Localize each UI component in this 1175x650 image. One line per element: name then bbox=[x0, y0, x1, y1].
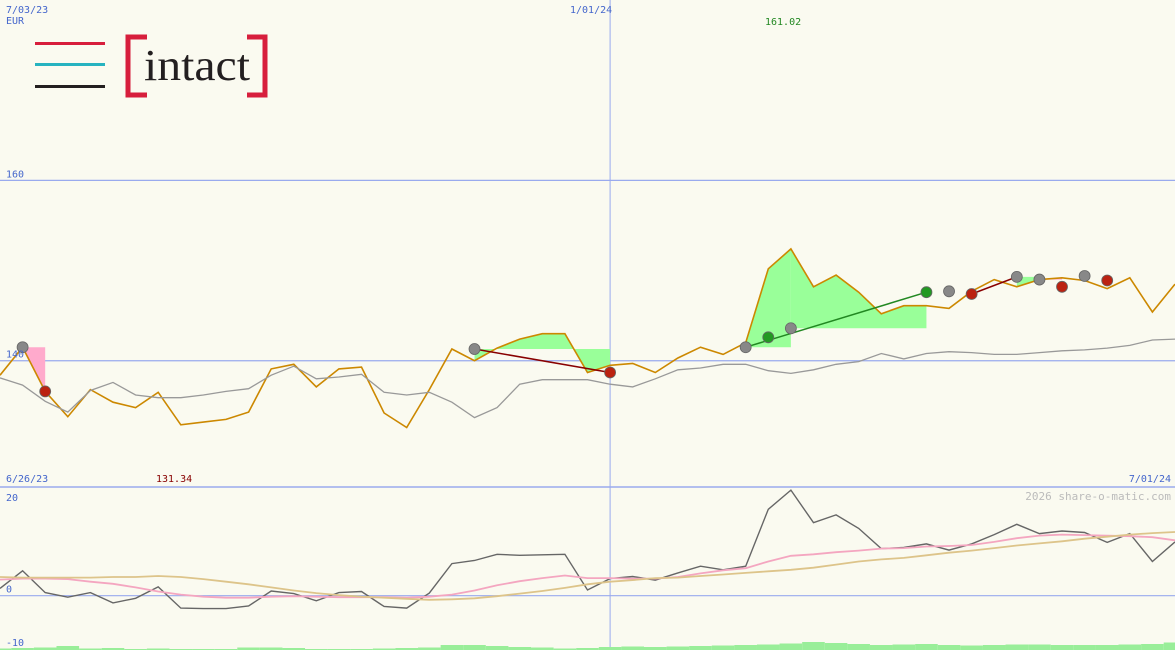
volume-bar bbox=[1073, 645, 1096, 650]
volume-bar bbox=[756, 644, 780, 650]
volume-bar bbox=[869, 645, 893, 650]
volume-bar bbox=[734, 645, 757, 650]
volume-bar bbox=[1141, 644, 1164, 650]
start-date-label: 7/03/23 bbox=[6, 5, 48, 16]
volume-bar bbox=[440, 645, 464, 650]
signal-marker-sell bbox=[965, 288, 978, 300]
volume-bar bbox=[937, 645, 961, 650]
volume-bar bbox=[666, 646, 690, 650]
mid-date-label: 1/01/24 bbox=[570, 5, 612, 16]
volume-bar bbox=[802, 642, 825, 650]
signal-marker-sell bbox=[604, 366, 616, 379]
volume-bar bbox=[689, 646, 712, 650]
price-tick-label: 140 bbox=[6, 350, 24, 361]
oscillator-tick-label: -10 bbox=[6, 638, 24, 649]
price-tick-label: 160 bbox=[6, 169, 24, 180]
signal-marker-hold bbox=[739, 341, 752, 354]
logo-bar-red bbox=[35, 42, 105, 45]
stock-chart: 140 160 -10 0 20 7/03/23 EUR 1/01/24 161.02… bbox=[0, 0, 1175, 650]
volume-bar bbox=[1163, 642, 1175, 650]
volume-bar bbox=[779, 643, 803, 650]
signal-marker-hold bbox=[1033, 273, 1046, 286]
end-date-label: 7/01/24 bbox=[1129, 474, 1171, 485]
volume-bar bbox=[960, 645, 983, 650]
low-date-label: 6/26/23 bbox=[6, 474, 48, 485]
volume-bar bbox=[56, 646, 80, 650]
signal-marker-buy bbox=[762, 331, 775, 344]
volume-bar bbox=[847, 644, 870, 650]
signal-marker-sell bbox=[1056, 280, 1068, 293]
currency-label: EUR bbox=[6, 16, 25, 27]
copyright-label: 2026 share-o-matic.com bbox=[1025, 490, 1171, 503]
signal-marker-buy bbox=[920, 286, 933, 299]
volume-bar bbox=[711, 645, 735, 650]
volume-bar bbox=[1005, 644, 1029, 650]
volume-bar bbox=[463, 645, 486, 650]
logo-text: intact bbox=[144, 41, 250, 90]
volume-bar bbox=[1095, 645, 1119, 650]
logo-bar-black bbox=[35, 85, 105, 88]
volume-bar bbox=[1050, 645, 1074, 650]
volume-bar bbox=[485, 646, 509, 650]
volume-bar bbox=[915, 644, 938, 650]
volume-bar bbox=[621, 646, 644, 650]
signal-marker-hold bbox=[468, 343, 481, 355]
logo-bar-teal bbox=[35, 63, 105, 66]
volume-bar bbox=[892, 644, 916, 650]
signal-marker-hold bbox=[1078, 270, 1091, 282]
oscillator-tick-label: 20 bbox=[6, 493, 18, 504]
signal-marker-hold bbox=[1010, 270, 1023, 283]
signal-marker-hold bbox=[784, 322, 797, 335]
signal-marker-hold bbox=[943, 285, 955, 298]
oscillator-tick-label: 0 bbox=[6, 585, 12, 596]
low-value-label: 131.34 bbox=[156, 474, 192, 485]
volume-bar bbox=[824, 643, 848, 650]
volume-bar bbox=[1028, 644, 1051, 650]
volume-bar bbox=[1118, 644, 1142, 650]
volume-bar bbox=[982, 645, 1006, 650]
signal-marker-sell bbox=[39, 385, 52, 398]
high-value-label: 161.02 bbox=[765, 17, 801, 28]
signal-marker-sell bbox=[1101, 274, 1114, 287]
chart-background bbox=[0, 0, 1175, 650]
